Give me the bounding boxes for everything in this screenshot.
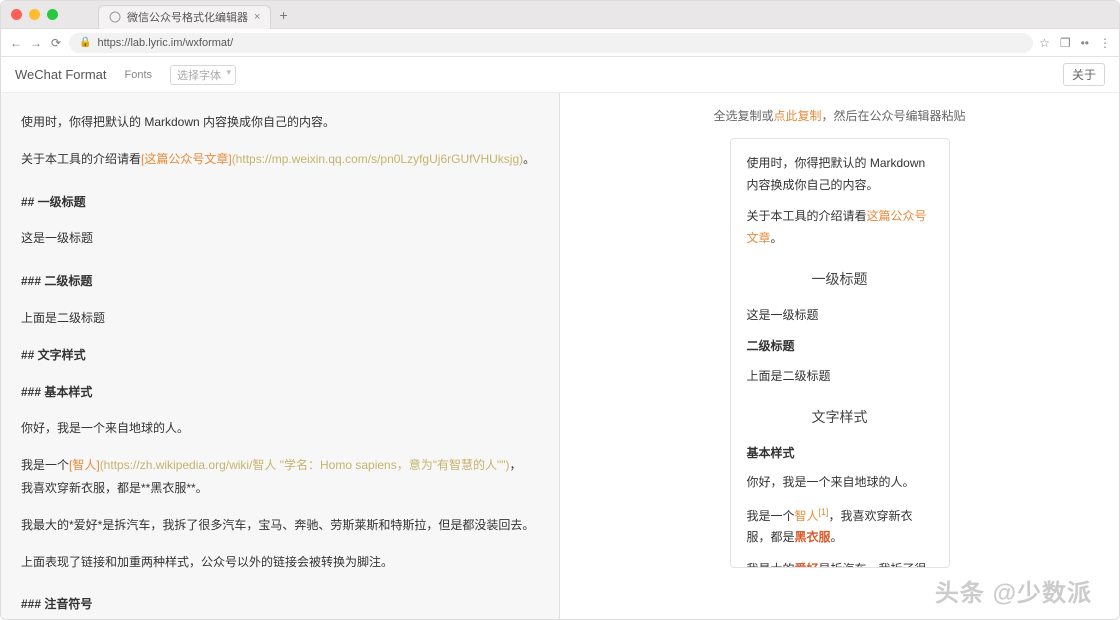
app-header: WeChat Format Fonts 选择字体 关于 [1, 57, 1119, 93]
markdown-editor[interactable]: 使用时，你得把默认的 Markdown 内容换成你自己的内容。 关于本工具的介绍… [1, 93, 560, 619]
watermark: 头条 @少数派 [935, 573, 1092, 608]
url-input[interactable]: 🔒 https://lab.lyric.im/wxformat/ [69, 33, 1033, 53]
editor-line: 使用时，你得把默认的 Markdown 内容换成你自己的内容。 [21, 111, 539, 134]
preview-line: 你好，我是一个来自地球的人。 [747, 472, 933, 494]
preview-line: 上面是二级标题 [747, 366, 933, 388]
maximize-window-icon[interactable] [47, 9, 58, 20]
editor-link: [这篇公众号文章] [141, 152, 232, 166]
lock-icon: 🔒 [79, 37, 91, 48]
editor-line: 我是一个[智人](https://zh.wikipedia.org/wiki/智… [21, 454, 539, 500]
preview-strong: 爱好 [795, 562, 819, 568]
browser-window: 微信公众号格式化编辑器 × + ← → ⟳ 🔒 https://lab.lyri… [0, 0, 1120, 620]
minimize-window-icon[interactable] [29, 9, 40, 20]
editor-heading: ### 基本样式 [21, 381, 539, 404]
close-window-icon[interactable] [11, 9, 22, 20]
preview-device: 使用时，你得把默认的 Markdown 内容换成你自己的内容。 关于本工具的介绍… [730, 138, 950, 568]
url-text: https://lab.lyric.im/wxformat/ [97, 37, 233, 49]
titlebar: 微信公众号格式化编辑器 × + [1, 1, 1119, 29]
toolbar-right: ☆ ❐ •• ⋮ [1039, 36, 1111, 50]
editor-line: 我最大的*爱好*是拆汽车，我拆了很多汽车，宝马、奔驰、劳斯莱斯和特斯拉，但是都没… [21, 514, 539, 537]
editor-line: 你好，我是一个来自地球的人。 [21, 417, 539, 440]
preview-pane: 全选复制或点此复制，然后在公众号编辑器粘贴 使用时，你得把默认的 Markdow… [560, 93, 1119, 619]
app-brand: WeChat Format [15, 67, 107, 82]
preview-line: 我最大的爱好是拆汽车，我拆了很多汽车，宝马、奔驰、劳斯莱斯和特斯拉，但是都没装回… [747, 559, 933, 568]
editor-line: 这是一级标题 [21, 227, 539, 250]
preview-h2: 基本样式 [747, 443, 933, 465]
font-select[interactable]: 选择字体 [170, 65, 236, 85]
font-label: Fonts [125, 69, 153, 81]
preview-h1: 文字样式 [747, 405, 933, 430]
editor-line: 上面表现了链接和加重两种样式，公众号以外的链接会被转换为脚注。 [21, 551, 539, 574]
editor-line: 关于本工具的介绍请看[这篇公众号文章](https://mp.weixin.qq… [21, 148, 539, 171]
editor-url: (https://mp.weixin.qq.com/s/pn0LzyfgUj6r… [232, 152, 523, 166]
preview-line: 这是一级标题 [747, 305, 933, 327]
preview-line: 使用时，你得把默认的 Markdown 内容换成你自己的内容。 [747, 153, 933, 196]
preview-h2: 二级标题 [747, 336, 933, 358]
editor-heading: ## 文字样式 [21, 344, 539, 367]
editor-heading: ### 二级标题 [21, 270, 539, 293]
tab-strip: 微信公众号格式化编辑器 × + [98, 1, 288, 29]
new-tab-button[interactable]: + [279, 7, 287, 23]
copy-link[interactable]: 点此复制 [773, 109, 821, 123]
editor-link: [智人] [69, 458, 100, 472]
preview-h1: 一级标题 [747, 267, 933, 292]
forward-button[interactable]: → [29, 36, 43, 50]
preview-strong: 黑衣服 [795, 530, 831, 544]
close-tab-icon[interactable]: × [254, 11, 260, 23]
footnote-ref: [1] [819, 507, 829, 517]
address-bar: ← → ⟳ 🔒 https://lab.lyric.im/wxformat/ ☆… [1, 29, 1119, 57]
back-button[interactable]: ← [9, 36, 23, 50]
preview-line: 关于本工具的介绍请看这篇公众号文章。 [747, 206, 933, 249]
copy-hint: 全选复制或点此复制，然后在公众号编辑器粘贴 [713, 93, 965, 138]
browser-tab[interactable]: 微信公众号格式化编辑器 × [98, 5, 271, 29]
editor-line: 上面是二级标题 [21, 307, 539, 330]
extension-icon[interactable]: •• [1081, 36, 1089, 50]
editor-heading: ### 注音符号 [21, 593, 539, 616]
reload-button[interactable]: ⟳ [49, 36, 63, 50]
editor-heading: ## 一级标题 [21, 191, 539, 214]
editor-url: (https://zh.wikipedia.org/wiki/智人 "学名：Ho… [100, 458, 510, 472]
about-button[interactable]: 关于 [1063, 63, 1105, 86]
window-controls [11, 9, 58, 20]
preview-line: 我是一个智人[1]，我喜欢穿新衣服，都是黑衣服。 [747, 504, 933, 549]
preview-link[interactable]: 智人 [795, 509, 819, 523]
workspace: 使用时，你得把默认的 Markdown 内容换成你自己的内容。 关于本工具的介绍… [1, 93, 1119, 619]
menu-icon[interactable]: ⋮ [1099, 36, 1111, 50]
tab-title: 微信公众号格式化编辑器 [127, 9, 248, 25]
star-icon[interactable]: ☆ [1039, 36, 1050, 50]
page-favicon-icon [109, 11, 121, 23]
bookmark-icon[interactable]: ❐ [1060, 36, 1071, 50]
